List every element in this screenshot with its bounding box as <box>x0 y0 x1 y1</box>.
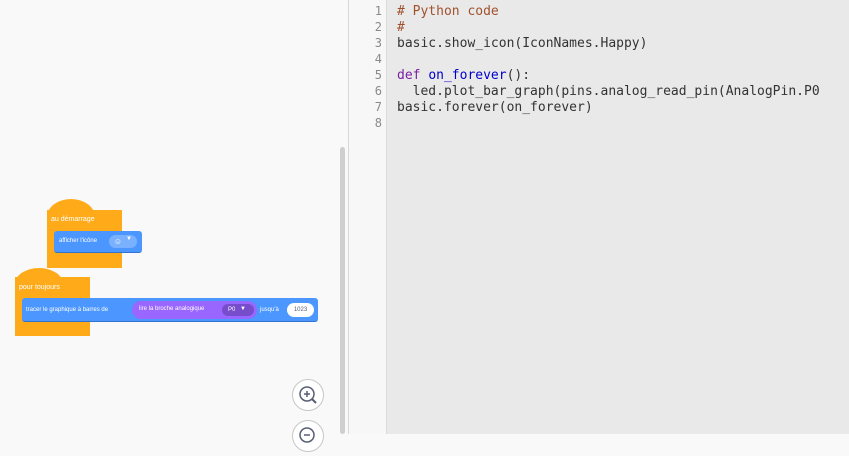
happy-face-icon[interactable]: ☺ <box>111 235 125 248</box>
line-number: 7 <box>374 100 382 114</box>
zoom-out-button[interactable] <box>292 420 324 452</box>
line-number: 3 <box>374 36 382 50</box>
upto-number-field[interactable]: 1023 <box>287 303 314 317</box>
code-line[interactable]: def on_forever(): <box>397 68 530 83</box>
chevron-down-icon: ▼ <box>240 306 246 312</box>
pin-dropdown[interactable]: P0 ▼ <box>222 304 254 316</box>
function-name-token: on_forever <box>428 68 507 83</box>
plot-bar-graph-block[interactable]: tracer le graphique à barres de lire la … <box>22 298 318 322</box>
code-line[interactable]: # Python code <box>397 4 499 19</box>
zoom-out-icon <box>299 427 315 443</box>
line-number: 5 <box>374 68 382 82</box>
on-start-label: au démarrage <box>51 216 95 223</box>
code-line[interactable]: basic.forever(on_forever) <box>397 100 593 115</box>
show-icon-label: afficher l'icône <box>59 238 98 244</box>
line-number: 2 <box>374 20 382 34</box>
pin-dropdown-value: P0 <box>228 307 236 313</box>
analog-read-pin-block[interactable]: lire la broche analogique P0 ▼ <box>132 301 257 319</box>
zoom-in-icon <box>299 386 317 404</box>
zoom-in-button[interactable] <box>292 379 324 411</box>
show-icon-block[interactable]: afficher l'icône ☺ ▼ <box>54 231 142 253</box>
workspace-scrollbar[interactable] <box>340 147 345 434</box>
code-line[interactable]: basic.show_icon(IconNames.Happy) <box>397 36 647 51</box>
upto-label: jusqu'à <box>260 307 279 313</box>
keyword-token: def <box>397 68 421 83</box>
chevron-down-icon[interactable]: ▼ <box>126 236 132 242</box>
plot-bar-graph-label: tracer le graphique à barres de <box>26 307 109 313</box>
analog-read-pin-label: lire la broche analogique <box>139 306 205 312</box>
line-number: 6 <box>374 84 382 98</box>
line-number: 4 <box>374 52 382 66</box>
blocks-workspace[interactable]: au démarrage afficher l'icône ☺ ▼ pour t… <box>0 0 349 452</box>
python-code-editor[interactable]: 1 2 3 4 5 6 7 8 # Python code # basic.sh… <box>349 0 849 434</box>
forever-label: pour toujours <box>19 284 60 291</box>
line-number: 1 <box>374 4 382 18</box>
code-line[interactable]: led.plot_bar_graph(pins.analog_read_pin(… <box>397 84 820 99</box>
code-line[interactable]: # <box>397 20 405 35</box>
line-number-gutter: 1 2 3 4 5 6 7 8 <box>349 0 387 434</box>
line-number: 8 <box>374 116 382 130</box>
